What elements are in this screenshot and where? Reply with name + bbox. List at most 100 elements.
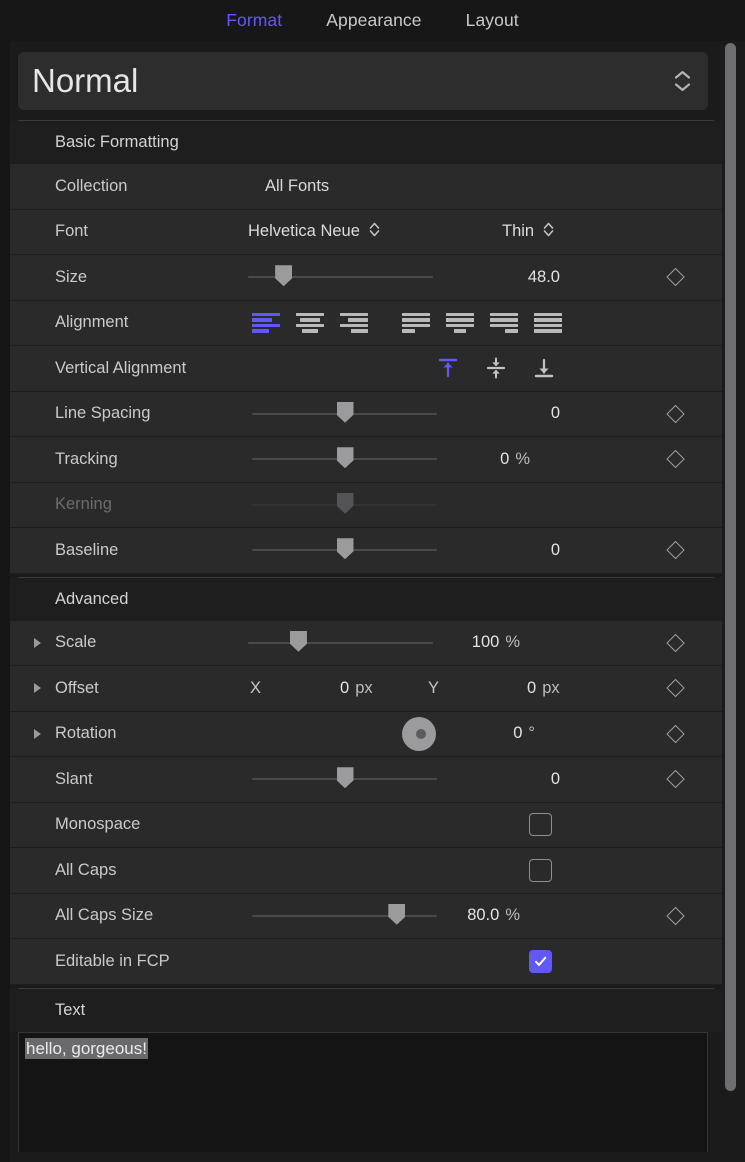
up-down-stepper-icon[interactable] bbox=[674, 70, 691, 91]
slider-knob[interactable] bbox=[337, 538, 354, 559]
collection-label: Collection bbox=[10, 177, 200, 196]
font-family-value: Helvetica Neue bbox=[248, 222, 360, 241]
all-caps-size-unit: % bbox=[505, 906, 520, 925]
row-slant: Slant 0 bbox=[10, 757, 722, 803]
inspector-tab-bar: Format Appearance Layout bbox=[0, 0, 745, 42]
tab-appearance[interactable]: Appearance bbox=[326, 10, 421, 31]
slider-knob[interactable] bbox=[275, 265, 292, 286]
keyframe-diamond-icon[interactable] bbox=[666, 725, 684, 743]
row-scale: Scale 100 % bbox=[10, 621, 722, 667]
keyframe-diamond-icon[interactable] bbox=[666, 450, 684, 468]
align-left-icon[interactable] bbox=[244, 308, 288, 338]
disclosure-triangle-icon[interactable] bbox=[34, 729, 41, 739]
editable-in-fcp-label: Editable in FCP bbox=[10, 952, 240, 971]
baseline-slider[interactable] bbox=[252, 528, 437, 572]
scale-value: 100 bbox=[472, 633, 500, 652]
valign-top-icon[interactable] bbox=[435, 354, 461, 382]
justify-last-center-icon[interactable] bbox=[438, 308, 482, 338]
row-all-caps-size: All Caps Size 80.0 % bbox=[10, 894, 722, 940]
slider-knob[interactable] bbox=[337, 402, 354, 423]
keyframe-diamond-icon[interactable] bbox=[666, 770, 684, 788]
text-content-wrapper: hello, gorgeous! bbox=[19, 1033, 148, 1059]
keyframe-diamond-icon[interactable] bbox=[666, 679, 684, 697]
keyframe-diamond-icon[interactable] bbox=[666, 634, 684, 652]
valign-bottom-icon[interactable] bbox=[531, 354, 557, 382]
text-content-textarea[interactable]: hello, gorgeous! bbox=[18, 1032, 708, 1152]
font-weight-value: Thin bbox=[502, 222, 534, 241]
up-down-stepper-icon[interactable] bbox=[369, 221, 380, 243]
alignment-button-group bbox=[244, 308, 570, 338]
slant-slider[interactable] bbox=[252, 757, 437, 801]
row-collection: Collection All Fonts bbox=[10, 164, 722, 210]
offset-x-value: 0 bbox=[340, 679, 349, 698]
row-alignment: Alignment bbox=[10, 301, 722, 347]
size-value: 48.0 bbox=[528, 268, 560, 287]
align-center-icon[interactable] bbox=[288, 308, 332, 338]
text-style-popup[interactable]: Normal bbox=[18, 52, 708, 110]
keyframe-diamond-icon[interactable] bbox=[666, 541, 684, 559]
tab-layout[interactable]: Layout bbox=[466, 10, 519, 31]
line-spacing-label: Line Spacing bbox=[10, 404, 200, 423]
scale-value-field[interactable]: 100 % bbox=[410, 633, 520, 652]
axis-x: X bbox=[250, 679, 261, 698]
font-label: Font bbox=[10, 222, 200, 241]
font-family-selector[interactable]: Helvetica Neue bbox=[248, 221, 380, 243]
line-spacing-value-field[interactable]: 0 bbox=[450, 404, 560, 423]
all-caps-size-value-field[interactable]: 80.0 % bbox=[410, 906, 520, 925]
row-monospace: Monospace bbox=[10, 803, 722, 849]
baseline-value-field[interactable]: 0 bbox=[450, 541, 560, 560]
keyframe-diamond-icon[interactable] bbox=[666, 268, 684, 286]
rotation-value-field[interactable]: 0 ° bbox=[425, 724, 535, 743]
tracking-slider[interactable] bbox=[252, 437, 437, 481]
rotation-value: 0 bbox=[513, 724, 522, 743]
kerning-slider bbox=[252, 483, 437, 527]
collection-value[interactable]: All Fonts bbox=[265, 177, 329, 196]
text-style-value: Normal bbox=[18, 62, 138, 100]
monospace-checkbox[interactable] bbox=[529, 813, 552, 836]
disclosure-triangle-icon[interactable] bbox=[34, 683, 41, 693]
slider-knob[interactable] bbox=[337, 767, 354, 788]
justify-last-left-icon[interactable] bbox=[394, 308, 438, 338]
monospace-label: Monospace bbox=[10, 815, 200, 834]
offset-x-value-field[interactable]: 0 px bbox=[340, 679, 373, 698]
all-caps-checkbox[interactable] bbox=[529, 859, 552, 882]
slider-knob[interactable] bbox=[388, 904, 405, 925]
justify-all-icon[interactable] bbox=[526, 308, 570, 338]
baseline-label: Baseline bbox=[10, 541, 200, 560]
slider-knob[interactable] bbox=[290, 631, 307, 652]
tab-format[interactable]: Format bbox=[226, 10, 282, 31]
row-vertical-alignment: Vertical Alignment bbox=[10, 346, 722, 392]
section-title: Basic Formatting bbox=[10, 133, 179, 152]
tracking-value-field[interactable]: 0 % bbox=[420, 450, 530, 469]
slider-knob[interactable] bbox=[337, 447, 354, 468]
keyframe-diamond-icon[interactable] bbox=[666, 907, 684, 925]
row-line-spacing: Line Spacing 0 bbox=[10, 392, 722, 438]
scale-unit: % bbox=[505, 633, 520, 652]
justify-last-right-icon[interactable] bbox=[482, 308, 526, 338]
size-slider[interactable] bbox=[248, 255, 433, 299]
tracking-label: Tracking bbox=[10, 450, 200, 469]
section-header-basic-formatting: Basic Formatting bbox=[10, 121, 722, 164]
font-weight-selector[interactable]: Thin bbox=[502, 221, 554, 243]
disclosure-triangle-icon[interactable] bbox=[34, 638, 41, 648]
up-down-stepper-icon[interactable] bbox=[543, 221, 554, 243]
align-right-icon[interactable] bbox=[332, 308, 376, 338]
slant-value-field[interactable]: 0 bbox=[450, 770, 560, 789]
row-tracking: Tracking 0 % bbox=[10, 437, 722, 483]
offset-y-axis-label: Y bbox=[428, 679, 439, 698]
offset-y-value-field[interactable]: 0 px bbox=[527, 679, 560, 698]
text-content-value[interactable]: hello, gorgeous! bbox=[25, 1038, 148, 1059]
valign-center-icon[interactable] bbox=[483, 354, 509, 382]
line-spacing-slider[interactable] bbox=[252, 392, 437, 436]
scrollbar-thumb[interactable] bbox=[725, 43, 736, 1091]
section-header-text: Text bbox=[10, 989, 722, 1032]
all-caps-label: All Caps bbox=[10, 861, 200, 880]
size-value-field[interactable]: 48.0 bbox=[450, 268, 560, 287]
editable-in-fcp-checkbox[interactable] bbox=[529, 950, 552, 973]
vertical-alignment-button-group bbox=[435, 354, 557, 382]
row-kerning: Kerning bbox=[10, 483, 722, 529]
keyframe-diamond-icon[interactable] bbox=[666, 405, 684, 423]
offset-y-unit: px bbox=[542, 679, 559, 698]
checkmark-icon bbox=[533, 954, 548, 969]
scale-slider[interactable] bbox=[248, 621, 433, 665]
